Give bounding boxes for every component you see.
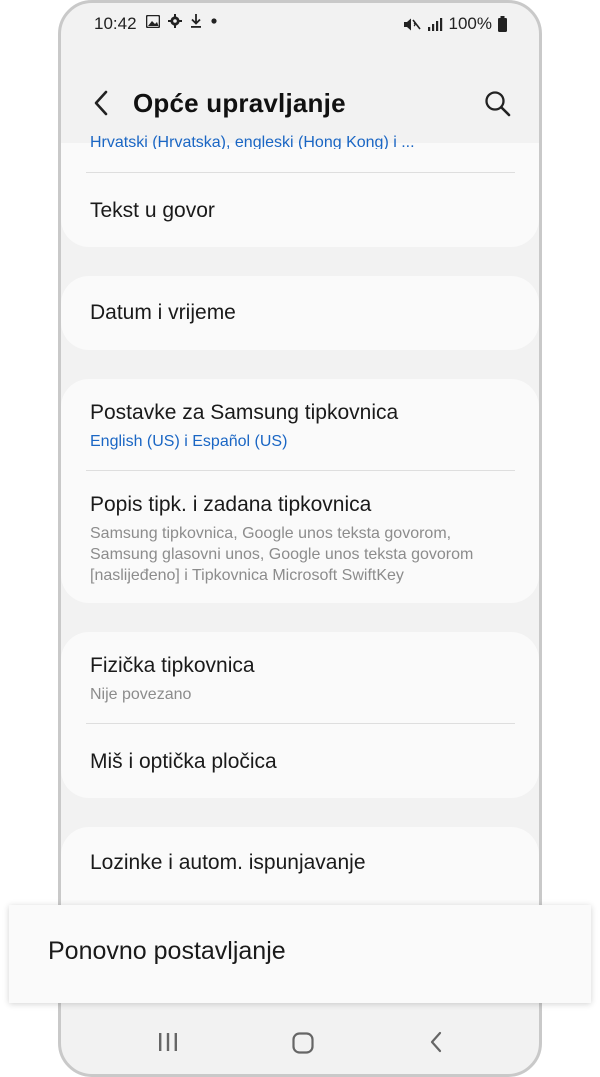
- status-icons-left: [146, 14, 218, 28]
- highlighted-item-reset[interactable]: Ponovno postavljanje: [9, 905, 591, 1003]
- status-bar: 10:42 100%: [61, 11, 539, 37]
- list-item-mouse-trackpad[interactable]: Miš i optička pločica: [90, 750, 515, 774]
- language-subtitle: Hrvatski (Hrvatska), engleski (Hong Kong…: [90, 135, 415, 149]
- gear-icon: [168, 14, 182, 28]
- download-icon: [191, 14, 201, 28]
- back-icon[interactable]: [87, 87, 117, 119]
- item-title: Datum i vrijeme: [90, 301, 236, 324]
- nav-back-icon[interactable]: [428, 1030, 444, 1054]
- card-date-time: Datum i vrijeme: [61, 276, 539, 350]
- item-title: Postavke za Samsung tipkovnica: [90, 401, 399, 424]
- card-language: Hrvatski (Hrvatska), engleski (Hong Kong…: [61, 135, 539, 247]
- divider: [86, 723, 515, 724]
- list-item-samsung-keyboard-settings[interactable]: Postavke za Samsung tipkovnica English (…: [90, 401, 515, 452]
- list-item-physical-keyboard[interactable]: Fizička tipkovnica Nije povezano: [90, 654, 515, 705]
- page-title: Opće upravljanje: [133, 88, 346, 118]
- card-keyboard: Postavke za Samsung tipkovnica English (…: [61, 379, 539, 603]
- recent-apps-icon[interactable]: [157, 1032, 179, 1052]
- list-item-keyboard-list[interactable]: Popis tipk. i zadana tipkovnica Samsung …: [90, 493, 515, 586]
- item-title: Fizička tipkovnica: [90, 654, 255, 677]
- battery-percent: 100%: [448, 14, 492, 33]
- signal-icon: [427, 17, 442, 31]
- list-item-text-to-speech[interactable]: Tekst u govor: [90, 199, 515, 223]
- item-subtitle: English (US) i Español (US): [90, 433, 288, 450]
- item-subtitle: Samsung tipkovnica, Google unos teksta g…: [90, 525, 474, 584]
- item-title: Ponovno postavljanje: [48, 937, 286, 965]
- item-title: Popis tipk. i zadana tipkovnica: [90, 493, 372, 516]
- battery-icon: [498, 16, 507, 32]
- app-bar: Opće upravljanje: [61, 83, 539, 127]
- navigation-bar: [61, 1014, 539, 1074]
- item-title: Miš i optička pločica: [90, 750, 277, 773]
- dot-icon: [211, 18, 217, 24]
- item-subtitle: Nije povezano: [90, 686, 192, 703]
- item-title: Tekst u govor: [90, 199, 215, 222]
- list-item-date-time[interactable]: Datum i vrijeme: [90, 301, 515, 325]
- status-time: 10:42: [94, 14, 137, 33]
- item-title: Lozinke i autom. ispunjavanje: [90, 851, 366, 874]
- search-icon[interactable]: [483, 89, 513, 119]
- divider: [86, 470, 515, 471]
- mute-icon: [403, 18, 421, 30]
- image-icon: [146, 14, 160, 28]
- home-icon[interactable]: [292, 1032, 314, 1054]
- status-icons-right: 100%: [403, 14, 507, 34]
- card-physical: Fizička tipkovnica Nije povezano Miš i o…: [61, 632, 539, 798]
- divider: [86, 172, 515, 173]
- list-item-language-partial[interactable]: Hrvatski (Hrvatska), engleski (Hong Kong…: [90, 135, 515, 149]
- list-item-passwords-autofill[interactable]: Lozinke i autom. ispunjavanje: [90, 851, 515, 875]
